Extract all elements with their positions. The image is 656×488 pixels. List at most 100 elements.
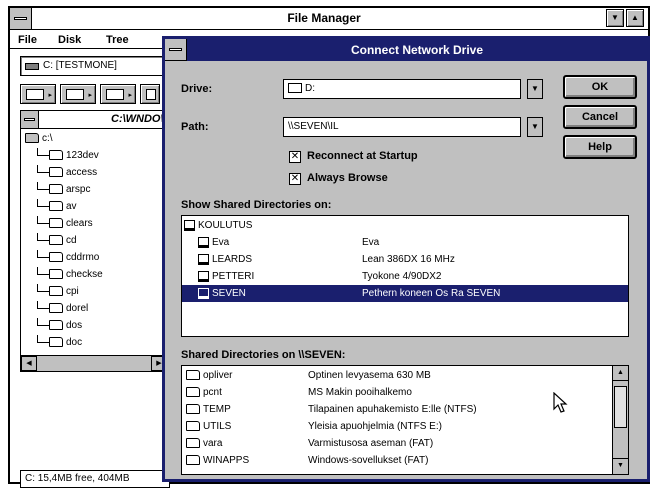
share-folder-icon <box>106 89 124 100</box>
shared-folder-icon <box>186 421 200 432</box>
menu-disk[interactable]: Disk <box>58 32 81 48</box>
folder-icon <box>49 303 63 314</box>
reconnect-label[interactable]: Reconnect at Startup <box>307 150 418 162</box>
file-manager-titlebar[interactable]: File Manager ▼ ▲ <box>10 8 648 30</box>
always-browse-checkbox[interactable]: ✕ <box>289 173 301 185</box>
folder-icon <box>49 218 63 229</box>
folder-icon <box>49 150 63 161</box>
stop-share-toolbar-button[interactable] <box>140 84 160 104</box>
list-item[interactable]: opliver Optinen levyasema 630 MB <box>182 367 610 384</box>
computer-icon <box>198 253 209 265</box>
list-item[interactable]: Eva Eva <box>182 234 628 251</box>
list-item[interactable]: PETTERI Tyokone 4/90DX2 <box>182 268 628 285</box>
open-folder-icon <box>25 133 39 144</box>
drive-dropdown-icon[interactable]: ▼ <box>527 79 543 99</box>
tree-item[interactable]: clears <box>27 216 93 232</box>
scroll-left-icon[interactable]: ◀ <box>21 356 37 371</box>
maximize-icon[interactable]: ▲ <box>626 9 644 27</box>
system-menu-icon[interactable] <box>10 8 32 29</box>
drive-icon <box>288 83 302 94</box>
tree-item[interactable]: cd <box>27 233 77 249</box>
tree-item[interactable]: dorel <box>27 301 88 317</box>
list-item[interactable]: pcnt MS Makin pooihalkemo <box>182 384 610 401</box>
list-item[interactable]: WINAPPS Windows-sovellukset (FAT) <box>182 452 610 469</box>
tree-item[interactable]: cddrmo <box>27 250 99 266</box>
folder-icon <box>49 184 63 195</box>
list-item[interactable]: KOULUTUS <box>182 217 628 234</box>
connect-drive-toolbar-button[interactable]: ▸ <box>20 84 56 104</box>
shared-folder-icon <box>186 404 200 415</box>
child-system-menu-icon[interactable] <box>21 111 39 128</box>
folder-icon <box>49 167 63 178</box>
window-title: File Manager <box>287 11 361 25</box>
scroll-down-icon[interactable]: ▼ <box>613 458 628 473</box>
tree-item[interactable]: access <box>27 165 97 181</box>
directory-tree-window: C:\WNDOW c:\ 123dev access arspc av clea… <box>20 110 171 372</box>
menu-tree[interactable]: Tree <box>106 32 129 48</box>
computer-icon <box>198 270 209 282</box>
minimize-icon[interactable]: ▼ <box>606 9 624 27</box>
status-bar: C: 15,4MB free, 404MB <box>20 470 170 488</box>
mouse-pointer-icon <box>553 392 568 413</box>
path-input[interactable]: \\SEVEN\IL <box>283 117 521 137</box>
list-item[interactable]: vara Varmistusosa aseman (FAT) <box>182 435 610 452</box>
tree-item[interactable]: c:\ <box>25 131 53 147</box>
always-browse-label[interactable]: Always Browse <box>307 172 388 184</box>
folder-icon <box>49 235 63 246</box>
tree-window-titlebar[interactable]: C:\WNDOW <box>21 111 171 129</box>
reconnect-checkbox[interactable]: ✕ <box>289 151 301 163</box>
drive-select[interactable]: D: <box>283 79 521 99</box>
list-item[interactable]: TEMP Tilapainen apuhakemisto E:lle (NTFS… <box>182 401 610 418</box>
share-toolbar-button[interactable]: ▸ <box>100 84 136 104</box>
tree-item[interactable]: doc <box>27 335 82 351</box>
dialog-titlebar[interactable]: Connect Network Drive <box>165 39 647 61</box>
hard-drive-icon <box>25 63 39 70</box>
folder-icon <box>49 252 63 263</box>
list-item[interactable]: LEARDS Lean 386DX 16 MHz <box>182 251 628 268</box>
shared-folder-icon <box>186 387 200 398</box>
path-dropdown-icon[interactable]: ▼ <box>527 117 543 137</box>
scroll-up-icon[interactable]: ▲ <box>613 366 628 381</box>
menu-file[interactable]: File <box>18 32 37 48</box>
help-button[interactable]: Help <box>563 135 637 159</box>
tree-item[interactable]: cpi <box>27 284 79 300</box>
computer-icon <box>198 287 209 299</box>
dialog-title: Connect Network Drive <box>350 43 484 57</box>
shared-directory-list[interactable]: opliver Optinen levyasema 630 MB pcnt MS… <box>181 365 629 475</box>
ok-button[interactable]: OK <box>563 75 637 99</box>
tree-item[interactable]: 123dev <box>27 148 99 164</box>
folder-icon <box>49 201 63 212</box>
shared-folder-icon <box>186 370 200 381</box>
list-item-selected[interactable]: SEVEN Pethern koneen Os Ra SEVEN <box>182 285 628 302</box>
cancel-button[interactable]: Cancel <box>563 105 637 129</box>
folder-icon <box>146 89 156 100</box>
drive-combo-box[interactable]: C: [TESTMONE] <box>20 56 170 76</box>
network-drive-icon <box>26 89 44 100</box>
shared-directories-label: Shared Directories on \\SEVEN: <box>181 349 346 361</box>
list-item[interactable]: UTILS Yleisia apuohjelmia (NTFS E:) <box>182 418 610 435</box>
tree-horizontal-scrollbar[interactable]: ◀ ▶ <box>21 355 169 371</box>
folder-icon <box>49 337 63 348</box>
tree-item[interactable]: av <box>27 199 77 215</box>
tree-item[interactable]: dos <box>27 318 82 334</box>
shared-folder-icon <box>186 438 200 449</box>
drive-combo-label: C: [TESTMONE] <box>43 60 117 71</box>
folder-icon <box>49 320 63 331</box>
folder-icon <box>49 286 63 297</box>
show-shared-label: Show Shared Directories on: <box>181 199 332 211</box>
share-list-scrollbar[interactable]: ▲ ▼ <box>612 366 628 474</box>
connect-network-drive-dialog: Connect Network Drive Drive: D: ▼ Path: … <box>162 36 650 482</box>
computer-list[interactable]: KOULUTUS Eva Eva LEARDS Lean 386DX 16 MH… <box>181 215 629 337</box>
disconnect-drive-toolbar-button[interactable]: ▸ <box>60 84 96 104</box>
dialog-system-menu-icon[interactable] <box>165 39 187 61</box>
network-drive-icon <box>66 89 84 100</box>
drive-label: Drive: <box>181 83 213 95</box>
shared-folder-icon <box>186 455 200 466</box>
workgroup-icon <box>184 219 195 231</box>
tree-item[interactable]: checkse <box>27 267 103 283</box>
path-label: Path: <box>181 121 209 133</box>
scrollbar-thumb[interactable] <box>614 386 627 428</box>
tree-item[interactable]: arspc <box>27 182 90 198</box>
folder-icon <box>49 269 63 280</box>
computer-icon <box>198 236 209 248</box>
